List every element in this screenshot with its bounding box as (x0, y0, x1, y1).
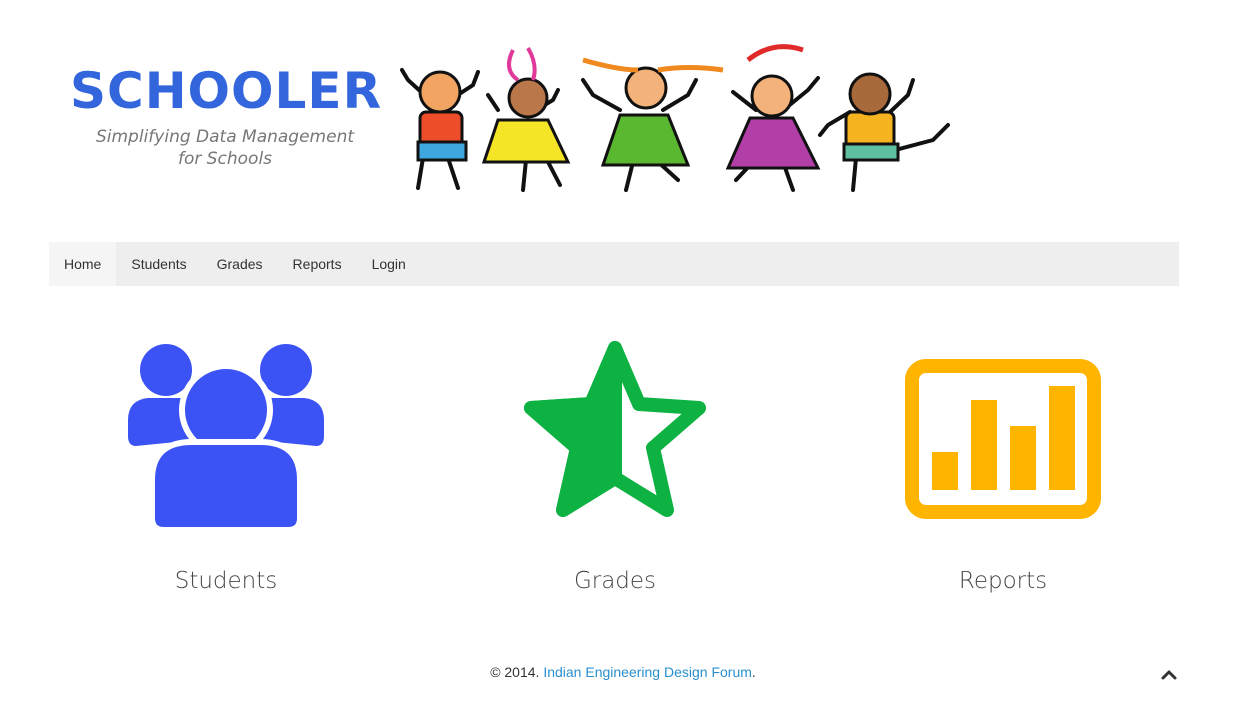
tagline-line-1: Simplifying Data Management (95, 127, 355, 147)
tagline-line-2: for Schools (177, 149, 273, 169)
users-icon[interactable] (126, 340, 326, 530)
chevron-up-icon[interactable] (1160, 664, 1178, 684)
brand-tagline: Simplifying Data Management for Schools (70, 126, 380, 170)
nav-home[interactable]: Home (49, 242, 117, 286)
footer: © 2014. Indian Engineering Design Forum. (0, 664, 1246, 680)
nav-reports[interactable]: Reports (278, 242, 357, 286)
feature-reports[interactable]: Reports (903, 340, 1103, 594)
feature-label-students[interactable]: Students (126, 568, 326, 594)
nav-grades[interactable]: Grades (202, 242, 278, 286)
kids-illustration (400, 44, 950, 192)
nav-login[interactable]: Login (357, 242, 421, 286)
bar-chart-icon[interactable] (903, 340, 1103, 530)
half-star-icon[interactable] (515, 340, 715, 530)
feature-label-reports[interactable]: Reports (903, 568, 1103, 594)
brand-title: SCHOOLER (70, 62, 383, 120)
footer-copyright: © 2014. (490, 664, 544, 680)
footer-suffix: . (751, 664, 756, 680)
nav-students[interactable]: Students (116, 242, 201, 286)
footer-link[interactable]: Indian Engineering Design Forum (543, 664, 752, 680)
feature-grades[interactable]: Grades (515, 340, 715, 594)
brand-logo[interactable]: SCHOOLER Simplifying Data Management for… (70, 60, 383, 170)
feature-label-grades[interactable]: Grades (515, 568, 715, 594)
main-navbar: Home Students Grades Reports Login (49, 242, 1179, 286)
feature-students[interactable]: Students (126, 340, 326, 594)
